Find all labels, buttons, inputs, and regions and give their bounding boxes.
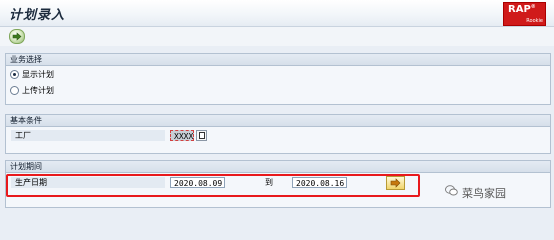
logo-sub-text: Rookie — [526, 18, 543, 24]
radio-upload-plan-label: 上传计划 — [22, 86, 54, 95]
radio-button-unselected[interactable] — [10, 86, 19, 95]
logo-registered-mark: ® — [530, 4, 536, 10]
radio-upload-plan[interactable]: 上传计划 — [10, 86, 54, 96]
application-toolbar — [0, 27, 554, 46]
title-bar: 计划录入 RAP® Rookie — [0, 0, 554, 27]
plant-label: 工厂 — [11, 130, 165, 141]
basic-conditions-header: 基本条件 — [6, 115, 550, 127]
plant-label-text: 工厂 — [15, 131, 31, 140]
execute-icon — [12, 32, 22, 41]
plan-period-header: 计划期间 — [6, 161, 550, 173]
page-title: 计划录入 — [9, 8, 66, 23]
execute-button[interactable] — [9, 29, 25, 44]
radio-display-plan[interactable]: 显示计划 — [10, 70, 54, 80]
radio-button-selected[interactable] — [10, 70, 19, 79]
rap-rookie-logo: RAP® Rookie — [503, 2, 546, 26]
radio-display-plan-label: 显示计划 — [22, 70, 54, 79]
value-help-icon[interactable] — [196, 130, 207, 141]
business-selection-header: 业务选择 — [6, 54, 550, 66]
logo-main-text: RAP — [508, 4, 531, 15]
watermark-text: 菜鸟家园 — [462, 187, 506, 200]
highlight-box — [6, 174, 420, 197]
business-selection-group: 业务选择 — [5, 53, 551, 105]
plant-input[interactable]: XXXX — [170, 130, 194, 141]
wechat-icon — [445, 185, 458, 196]
